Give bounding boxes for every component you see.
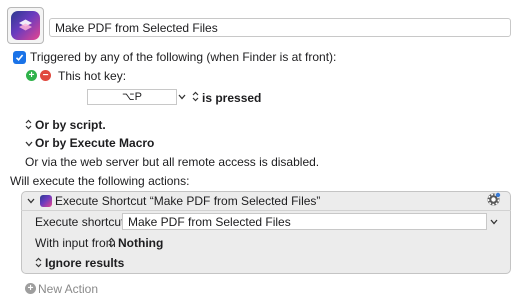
up-down-chevron-icon[interactable] — [192, 91, 199, 102]
remove-trigger-button[interactable]: − — [40, 70, 51, 81]
chevron-down-icon[interactable] — [490, 216, 498, 226]
ignore-results-popup[interactable]: Ignore results — [45, 256, 124, 270]
shortcuts-app-icon — [40, 195, 52, 207]
add-trigger-button[interactable]: + — [26, 70, 37, 81]
up-down-chevron-icon[interactable] — [108, 237, 115, 248]
hotkey-field[interactable]: ⌥P — [87, 89, 177, 105]
checkmark-icon — [15, 54, 24, 61]
action-title: Execute Shortcut “Make PDF from Selected… — [55, 194, 321, 208]
hotkey-label: This hot key: — [58, 69, 127, 83]
shortcut-field[interactable]: Make PDF from Selected Files — [122, 213, 487, 230]
minus-circle-icon: − — [42, 69, 49, 81]
web-server-note: Or via the web server but all remote acc… — [25, 155, 320, 169]
chevron-down-icon[interactable] — [178, 91, 186, 101]
shortcuts-app-icon — [11, 11, 40, 40]
chevron-down-icon[interactable] — [25, 138, 33, 148]
input-from-label: With input from — [35, 236, 116, 250]
macro-title-field[interactable]: Make PDF from Selected Files — [49, 18, 511, 37]
actions-heading: Will execute the following actions: — [10, 174, 190, 188]
or-by-execute-macro-popup[interactable]: Or by Execute Macro — [35, 136, 154, 150]
new-action-button[interactable]: New Action — [38, 282, 98, 296]
or-by-script-popup[interactable]: Or by script. — [35, 118, 106, 132]
is-pressed-popup[interactable]: is pressed — [202, 91, 261, 105]
gear-icon[interactable] — [486, 192, 501, 207]
plus-circle-icon: + — [28, 69, 35, 81]
execute-shortcut-label: Execute shortcut: — [35, 215, 128, 229]
up-down-chevron-icon[interactable] — [35, 257, 42, 268]
trigger-checkbox[interactable] — [13, 51, 26, 64]
input-from-popup[interactable]: Nothing — [118, 236, 163, 250]
macro-icon[interactable] — [7, 7, 44, 44]
chevron-down-icon[interactable] — [27, 195, 35, 205]
trigger-label: Triggered by any of the following (when … — [30, 50, 337, 64]
plus-circle-icon[interactable]: + — [25, 283, 36, 294]
up-down-chevron-icon[interactable] — [25, 119, 32, 130]
